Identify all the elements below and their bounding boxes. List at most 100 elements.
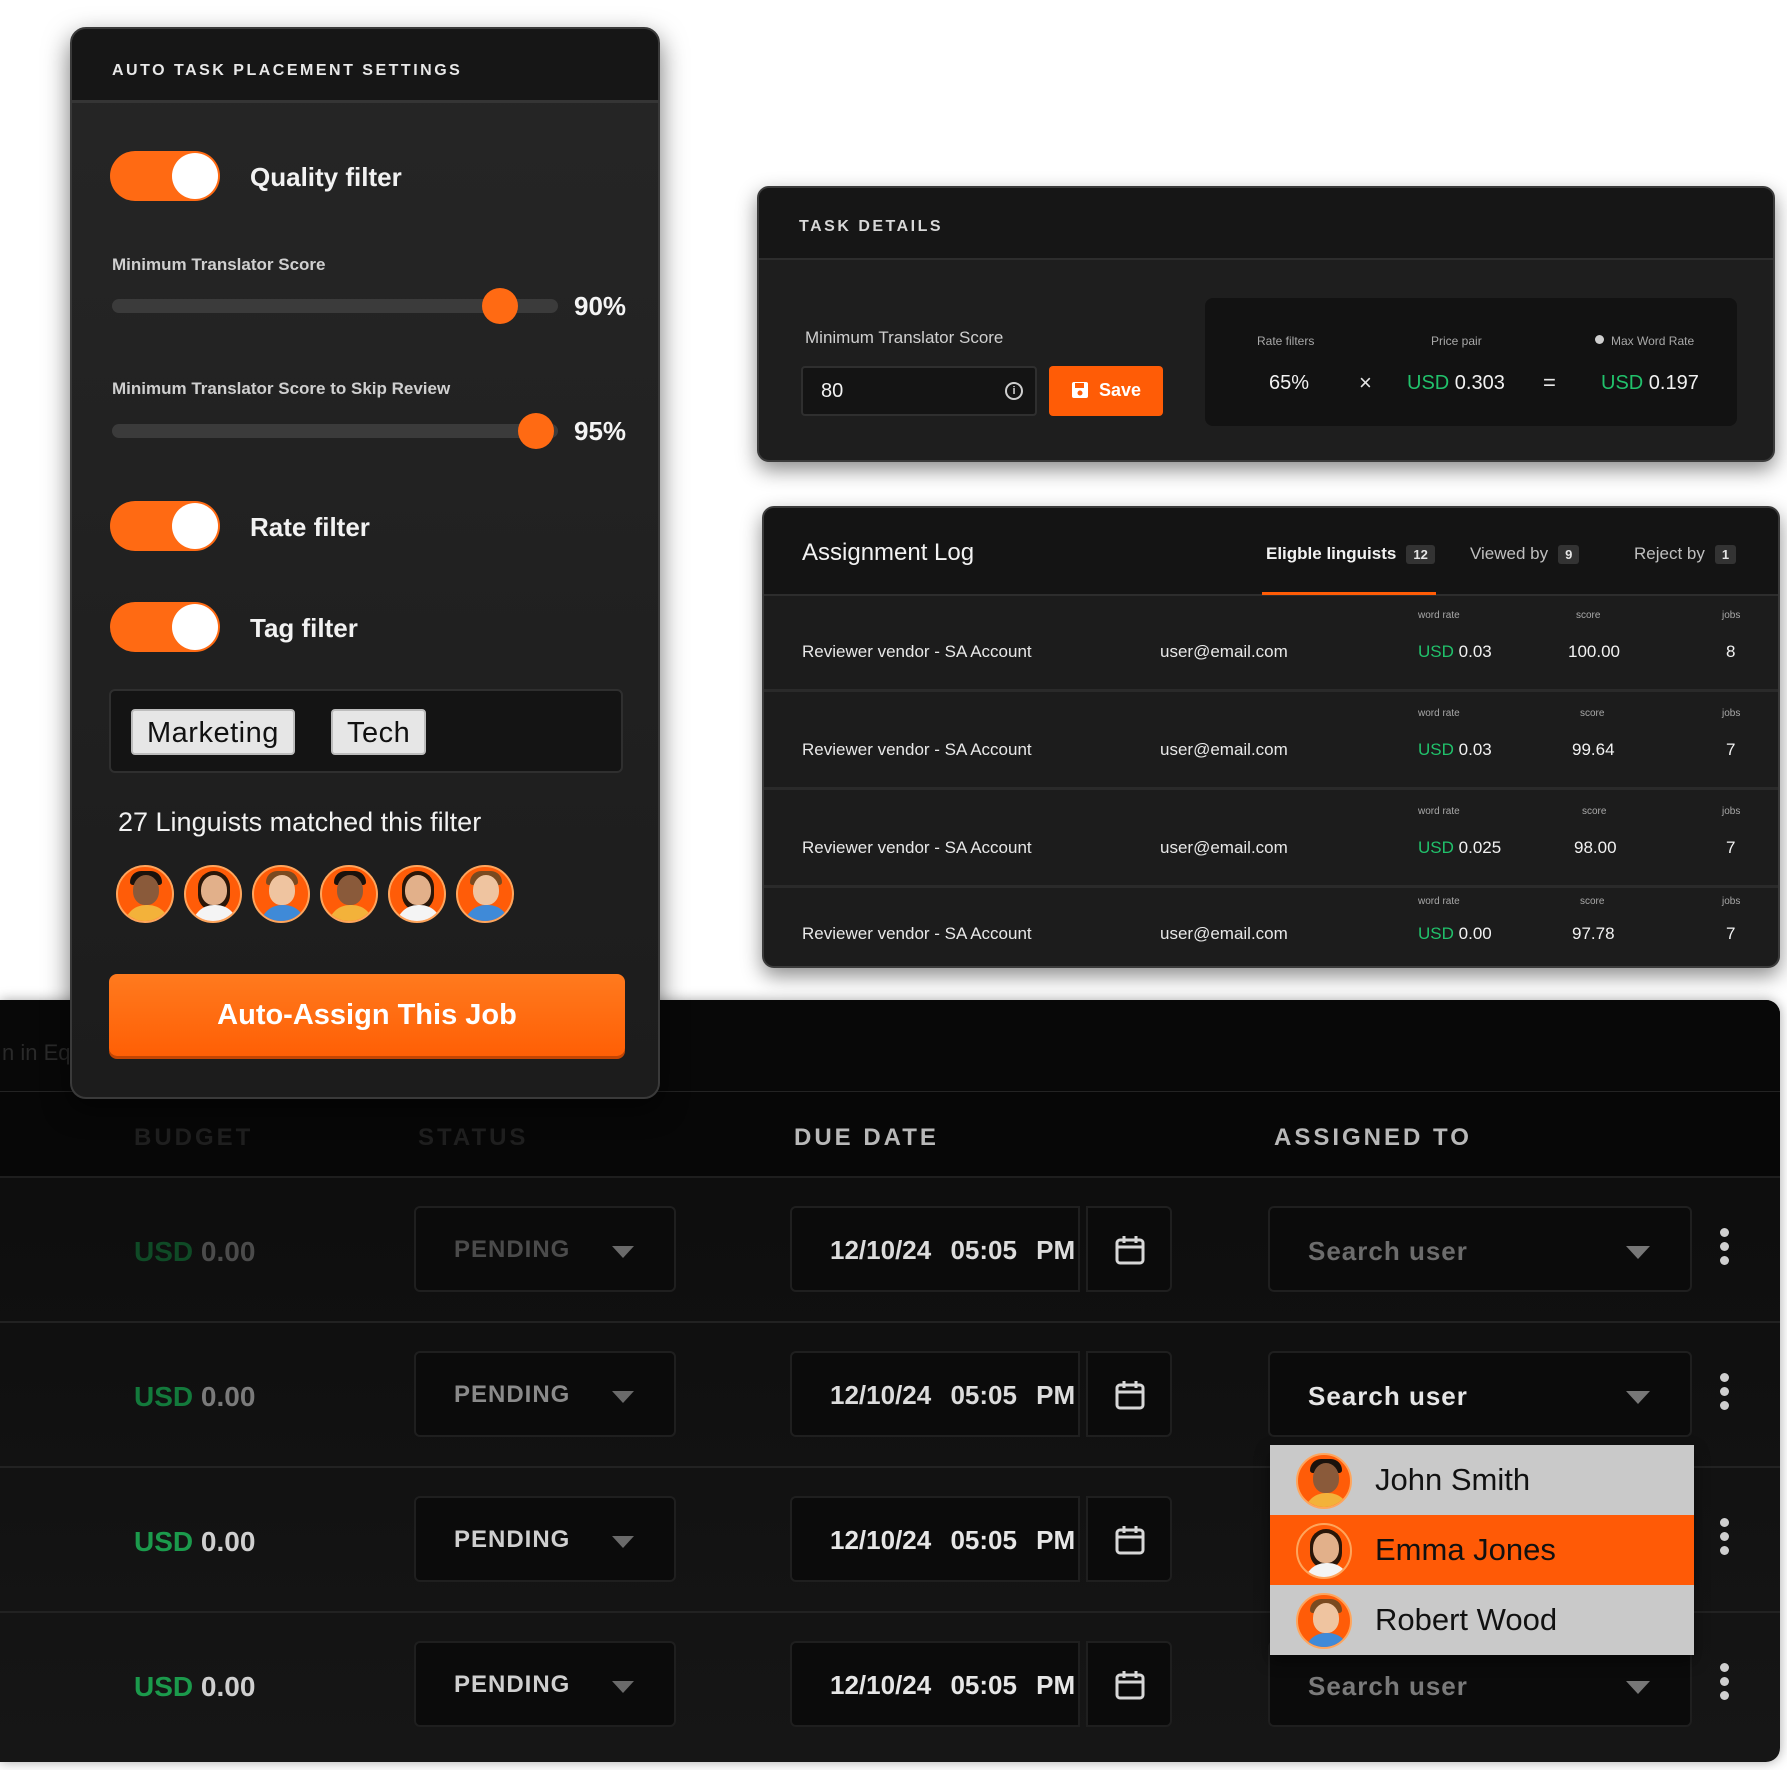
tab-label: Viewed by: [1470, 544, 1549, 563]
date-text: 12/10/24: [830, 1235, 932, 1265]
due-date-value: 12/10/24 05:05 PM: [830, 1670, 1075, 1701]
budget-cell: USD 0.00: [134, 1526, 255, 1558]
assignee-value: Search user: [1308, 1236, 1468, 1266]
rate-filter-toggle[interactable]: [110, 501, 220, 551]
jobs-label: jobs: [1722, 708, 1741, 719]
list-item[interactable]: Reviewer vendor - SA Account user@email.…: [764, 890, 1778, 966]
vendor-name: Reviewer vendor - SA Account: [802, 642, 1032, 661]
assignee-value: Search user: [1308, 1381, 1468, 1411]
due-date-input[interactable]: 12/10/24 05:05 PM: [790, 1496, 1080, 1582]
assignment-log-title: Assignment Log: [802, 539, 975, 566]
user-dropdown-menu: John Smith Emma Jones Robert Wood: [1270, 1445, 1694, 1655]
calendar-button[interactable]: [1086, 1496, 1172, 1582]
tag-chip-marketing[interactable]: Marketing: [131, 709, 295, 755]
tab-viewed-by[interactable]: Viewed by 9: [1470, 544, 1580, 564]
quality-filter-toggle[interactable]: [110, 151, 220, 201]
task-details-header: TASK DETAILS: [759, 188, 1773, 260]
due-date-input[interactable]: 12/10/24 05:05 PM: [790, 1206, 1080, 1292]
more-options-icon[interactable]: [1720, 1518, 1730, 1558]
jobs-value: 7: [1726, 838, 1736, 857]
list-item[interactable]: Reviewer vendor - SA Account user@email.…: [764, 694, 1778, 790]
score-label: score: [1580, 896, 1605, 907]
skip-review-label: Minimum Translator Score to Skip Review: [112, 379, 451, 398]
score-label: score: [1582, 806, 1607, 817]
chevron-down-icon: [612, 1246, 634, 1258]
toggle-knob: [172, 503, 218, 549]
min-score-slider[interactable]: [112, 288, 558, 324]
min-score-value: 90%: [574, 291, 627, 321]
date-text: 12/10/24: [830, 1380, 932, 1410]
auto-assign-button[interactable]: Auto-Assign This Job: [109, 974, 625, 1056]
calendar-icon: [1115, 1671, 1145, 1700]
tab-eligible-linguists[interactable]: Eligble linguists 12: [1266, 544, 1435, 564]
avatar: [252, 865, 310, 923]
avatar: [1296, 1593, 1352, 1649]
avatar: [456, 865, 514, 923]
score-value: 97.78: [1572, 924, 1615, 943]
time-text: 05:05 PM: [950, 1235, 1076, 1265]
active-tab-indicator: [1262, 592, 1436, 595]
min-score-label: Minimum Translator Score: [112, 255, 326, 274]
tag-chip-tech[interactable]: Tech: [331, 709, 427, 755]
budget-cell: USD 0.00: [134, 1671, 255, 1703]
more-options-icon[interactable]: [1720, 1663, 1730, 1703]
more-options-icon[interactable]: [1720, 1228, 1730, 1268]
date-text: 12/10/24: [830, 1670, 932, 1700]
status-select[interactable]: PENDING: [414, 1351, 676, 1437]
assignee-select[interactable]: Search user: [1268, 1206, 1692, 1292]
due-date-input[interactable]: 12/10/24 05:05 PM: [790, 1641, 1080, 1727]
status-value: PENDING: [454, 1381, 571, 1408]
status-value: PENDING: [454, 1526, 571, 1553]
due-date-value: 12/10/24 05:05 PM: [830, 1525, 1075, 1556]
time-text: 05:05 PM: [950, 1380, 1076, 1410]
user-option-john-smith[interactable]: John Smith: [1270, 1445, 1694, 1515]
list-item[interactable]: Reviewer vendor - SA Account user@email.…: [764, 596, 1778, 692]
status-select[interactable]: PENDING: [414, 1641, 676, 1727]
chevron-down-icon: [612, 1536, 634, 1548]
currency: USD: [134, 1671, 194, 1702]
equals-sign: =: [1543, 370, 1556, 395]
vendor-email: user@email.com: [1160, 642, 1288, 661]
calendar-button[interactable]: [1086, 1206, 1172, 1292]
tag-filter-toggle[interactable]: [110, 602, 220, 652]
auto-task-placement-settings: AUTO TASK PLACEMENT SETTINGS Quality fil…: [70, 27, 660, 1099]
save-button[interactable]: Save: [1049, 366, 1163, 416]
status-select[interactable]: PENDING: [414, 1496, 676, 1582]
calendar-button[interactable]: [1086, 1641, 1172, 1727]
list-item[interactable]: Reviewer vendor - SA Account user@email.…: [764, 792, 1778, 888]
tab-label: Reject by: [1634, 544, 1705, 563]
price-pair-label: Price pair: [1431, 334, 1482, 348]
column-header-budget: BUDGET: [134, 1124, 254, 1151]
translator-score-input[interactable]: [801, 366, 1037, 416]
status-select[interactable]: PENDING: [414, 1206, 676, 1292]
due-date-input[interactable]: 12/10/24 05:05 PM: [790, 1351, 1080, 1437]
skip-review-slider[interactable]: [112, 413, 558, 449]
vendor-email: user@email.com: [1160, 924, 1288, 943]
info-icon[interactable]: i: [1005, 382, 1023, 400]
assignee-select[interactable]: Search user: [1268, 1351, 1692, 1437]
task-details-panel: TASK DETAILS Minimum Translator Score i …: [757, 186, 1775, 462]
score-value: 99.64: [1572, 740, 1615, 759]
user-option-robert-wood[interactable]: Robert Wood: [1270, 1585, 1694, 1655]
calendar-button[interactable]: [1086, 1351, 1172, 1437]
chevron-down-icon: [612, 1681, 634, 1693]
chevron-down-icon: [612, 1391, 634, 1403]
score-value: 98.00: [1574, 838, 1617, 857]
more-options-icon[interactable]: [1720, 1373, 1730, 1413]
budget-cell: USD 0.00: [134, 1381, 255, 1413]
tab-label: Eligble linguists: [1266, 544, 1397, 563]
max-word-rate-label: Max Word Rate: [1611, 334, 1695, 348]
user-option-emma-jones[interactable]: Emma Jones: [1270, 1515, 1694, 1585]
user-option-label: Emma Jones: [1375, 1532, 1556, 1567]
slider-handle[interactable]: [482, 288, 519, 324]
chevron-down-icon: [1626, 1246, 1650, 1259]
amount: 0.03: [1458, 642, 1492, 661]
calendar-icon: [1115, 1526, 1145, 1555]
tag-input[interactable]: Marketing Tech: [109, 689, 623, 773]
slider-handle[interactable]: [517, 413, 554, 449]
amount: 0.00: [1458, 924, 1492, 943]
jobs-value: 7: [1726, 924, 1736, 943]
settings-title: AUTO TASK PLACEMENT SETTINGS: [112, 62, 463, 79]
task-score-label: Minimum Translator Score: [805, 328, 1004, 347]
tab-reject-by[interactable]: Reject by 1: [1634, 544, 1737, 564]
